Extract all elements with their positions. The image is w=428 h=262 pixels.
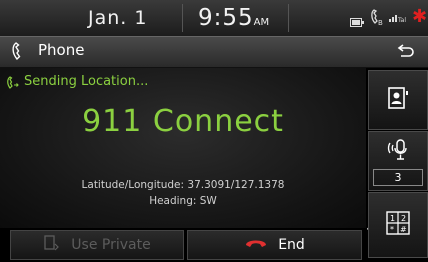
status-divider: [182, 4, 183, 32]
mic-level-value: 3: [373, 168, 423, 186]
back-icon: [397, 42, 415, 62]
location-coordinates: Latitude/Longitude: 37.3091/127.1378: [81, 179, 285, 191]
mic-volume-button[interactable]: 3: [368, 131, 428, 191]
svg-text:B: B: [378, 19, 383, 26]
sending-phone-icon: [6, 75, 20, 95]
contacts-icon: [385, 85, 411, 115]
time-display: 9:55AM: [198, 5, 270, 31]
contacts-button[interactable]: [368, 70, 428, 130]
ampm-label: AM: [253, 17, 270, 28]
end-call-icon: [244, 237, 278, 253]
use-private-icon: [43, 235, 71, 255]
phone-icon: [10, 40, 26, 66]
call-status-text: Sending Location...: [24, 74, 149, 89]
microphone-icon: [385, 137, 411, 167]
call-panel: Sending Location... 911 Connect Latitude…: [0, 68, 366, 228]
use-private-label: Use Private: [71, 237, 151, 253]
page-title: Phone: [38, 41, 85, 59]
back-button[interactable]: [388, 40, 424, 64]
battery-icon: [350, 12, 364, 31]
svg-text:1: 1: [390, 214, 395, 223]
svg-text:2: 2: [401, 214, 406, 223]
use-private-button[interactable]: Use Private: [10, 230, 184, 260]
date-display: Jan. 1: [88, 7, 148, 29]
end-call-label: End: [278, 237, 305, 253]
signal-icon: Tal: [388, 9, 408, 28]
status-bar: Jan. 1 9:55AM B Tal ✱: [0, 0, 428, 36]
asterisk-icon: ✱: [412, 6, 428, 27]
svg-text:#: #: [400, 225, 407, 234]
bluetooth-phone-icon: B: [370, 8, 384, 30]
call-title: 911 Connect: [82, 104, 284, 139]
dialpad-button[interactable]: 1 2 * #: [368, 192, 428, 258]
svg-text:*: *: [390, 225, 394, 234]
dialpad-icon: 1 2 * #: [386, 211, 410, 239]
end-call-button[interactable]: End: [187, 230, 362, 260]
svg-text:Tal: Tal: [397, 17, 406, 24]
status-divider: [288, 4, 289, 32]
location-heading: Heading: SW: [149, 195, 217, 207]
title-bar: Phone: [0, 36, 428, 68]
